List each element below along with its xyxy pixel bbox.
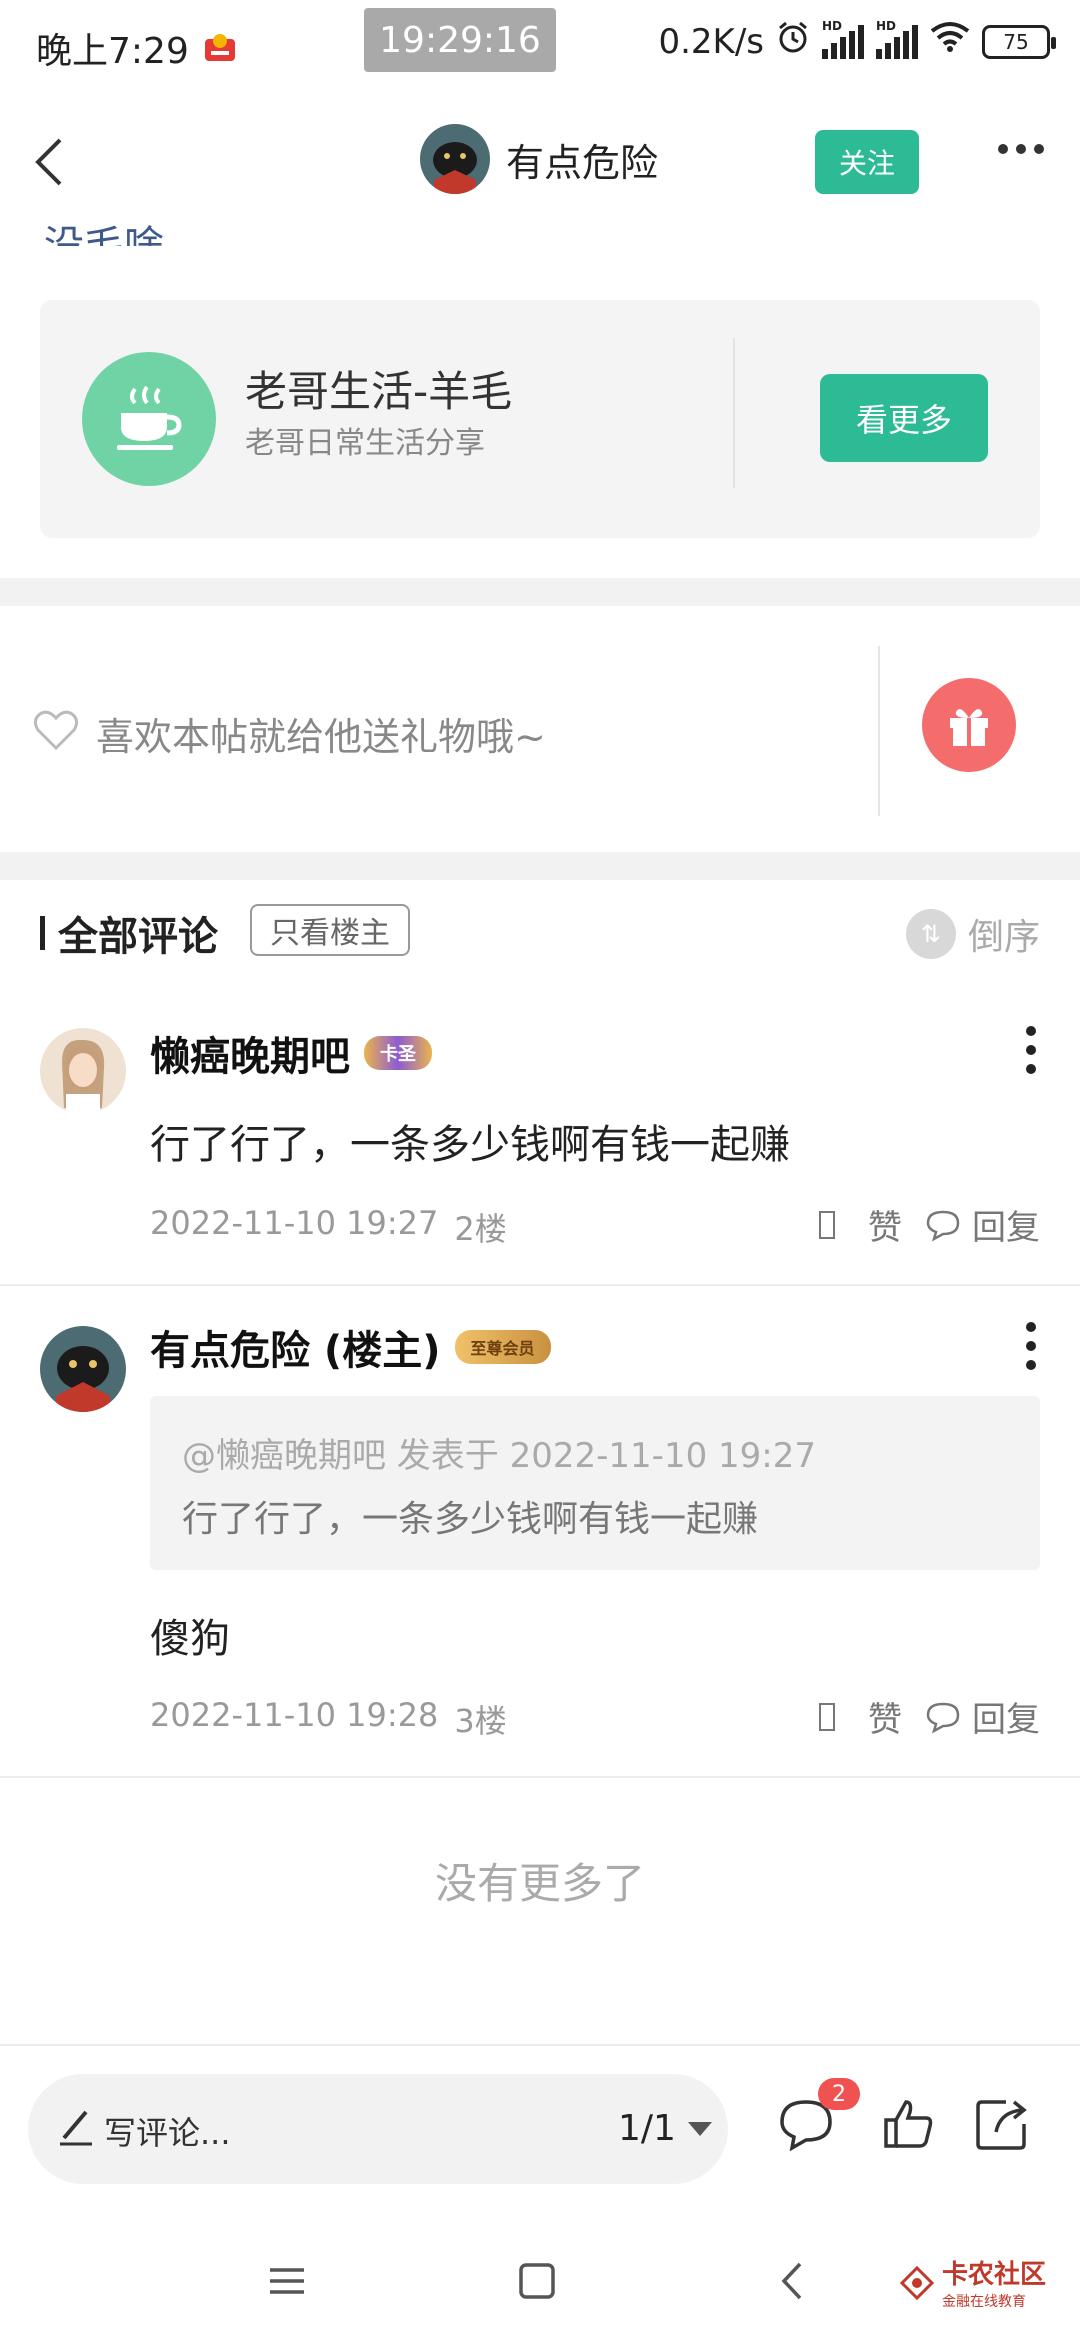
comment-divider [0, 1776, 1080, 1778]
quoted-comment: @懒癌晚期吧 发表于 2022-11-10 19:27 行了行了，一条多少钱啊有… [150, 1396, 1040, 1570]
like-icon [819, 1210, 835, 1239]
wifi-icon [930, 21, 970, 62]
reply-icon [926, 1210, 960, 1242]
back-nav-icon[interactable] [768, 2256, 818, 2306]
hd-label-2: HD [876, 18, 897, 33]
status-time: 晚上7:29 [36, 31, 189, 72]
like-button[interactable]: 赞 [818, 1200, 902, 1249]
like-label: 赞 [868, 1700, 902, 1740]
comment-body: 傻狗 [150, 1616, 230, 1662]
gift-prompt: 喜欢本帖就给他送礼物哦~ [96, 715, 546, 759]
network-speed: 0.2K/s [658, 21, 764, 62]
commenter-name[interactable]: 懒癌晚期吧 [150, 1024, 350, 1082]
comment-date: 2022-11-10 19:28 [150, 1696, 439, 1734]
vip-badge: 至尊会员 [454, 1330, 551, 1364]
gift-icon[interactable] [922, 678, 1016, 772]
sort-label: 倒序 [967, 917, 1040, 958]
section-separator-2 [0, 852, 1080, 880]
like-label: 赞 [868, 1208, 902, 1248]
status-indicators: 0.2K/s HD HD 75 [658, 19, 1056, 63]
only-op-button[interactable]: 只看楼主 [250, 904, 410, 956]
gift-divider [878, 646, 880, 816]
commenter-avatar[interactable] [40, 1326, 126, 1412]
heart-icon[interactable] [32, 706, 80, 754]
share-icon[interactable] [972, 2094, 1032, 2154]
comments-header: 全部评论 只看楼主 ⇅ 倒序 [0, 880, 1080, 990]
quote-text: 行了行了，一条多少钱啊有钱一起赚 [182, 1499, 759, 1540]
comment-floor: 3楼 [454, 1702, 507, 1740]
comment-more-icon[interactable] [1026, 1026, 1038, 1074]
battery-icon: 75 [982, 24, 1056, 59]
comment-meta: 2022-11-10 19:28 3楼 [150, 1696, 507, 1742]
app-notification-icon [200, 29, 239, 67]
reply-button[interactable]: 回复 [924, 1692, 1040, 1741]
no-more-text: 没有更多了 [434, 1859, 645, 1908]
group-description: 老哥日常生活分享 [245, 426, 485, 461]
comment-item: 有点危险 (楼主) 至尊会员 @懒癌晚期吧 发表于 2022-11-10 19:… [0, 1286, 1080, 1776]
menu-icon[interactable] [262, 2256, 312, 2306]
reply-button[interactable]: 回复 [924, 1200, 1040, 1249]
author-name: 有点危险 [506, 140, 659, 185]
comment-date: 2022-11-10 19:27 [150, 1204, 439, 1242]
signal-icon-2: HD [876, 19, 918, 59]
alarm-icon [776, 20, 810, 63]
hd-label-1: HD [822, 18, 843, 33]
comment-actions: 赞 回复 [818, 1200, 1040, 1249]
reply-label: 回复 [972, 1700, 1040, 1740]
comment-count-badge: 2 [818, 2078, 860, 2110]
like-button[interactable]: 赞 [818, 1692, 902, 1741]
pencil-icon [56, 2104, 96, 2148]
comment-actions: 赞 回复 [818, 1692, 1040, 1741]
comments-title: 全部评论 [58, 914, 218, 960]
post-text-cut: 没毛啥 [44, 223, 164, 246]
group-card-divider [733, 338, 735, 488]
commenter-name-row: 有点危险 (楼主) 至尊会员 [150, 1318, 551, 1376]
sort-button[interactable]: ⇅ 倒序 [905, 908, 1040, 960]
sort-icon: ⇅ [905, 909, 956, 959]
watermark-subtitle: 金融在线教育 [942, 2294, 1026, 2310]
follow-button[interactable]: 关注 [815, 130, 919, 194]
status-bar: 晚上7:29 19:29:16 0.2K/s HD HD 75 [0, 0, 1080, 92]
watermark-title: 卡农社区 [942, 2260, 1047, 2290]
see-more-button[interactable]: 看更多 [820, 374, 988, 462]
comment-more-icon[interactable] [1026, 1322, 1038, 1370]
status-time-group: 晚上7:29 [36, 22, 239, 74]
group-name: 老哥生活-羊毛 [245, 367, 513, 416]
comment-item: 懒癌晚期吧 卡圣 行了行了，一条多少钱啊有钱一起赚 2022-11-10 19:… [0, 1000, 1080, 1284]
commenter-avatar[interactable] [40, 1028, 126, 1114]
more-options-icon[interactable] [998, 144, 1044, 154]
coffee-cup-icon [82, 352, 216, 486]
comments-title-bar [40, 916, 45, 950]
back-icon[interactable] [24, 132, 84, 192]
watermark: 卡农社区 金融在线教育 [900, 2254, 1046, 2311]
comment-body: 行了行了，一条多少钱啊有钱一起赚 [150, 1122, 790, 1168]
page-indicator-text: 1/1 [618, 2108, 676, 2149]
reply-label: 回复 [972, 1208, 1040, 1248]
bottom-action-bar: 写评论... 1/1 2 [0, 2044, 1080, 2216]
author-avatar[interactable] [420, 124, 490, 194]
commenter-name[interactable]: 有点危险 (楼主) [150, 1318, 441, 1376]
reply-icon [926, 1702, 960, 1734]
comment-floor: 2楼 [454, 1210, 507, 1248]
comment-meta: 2022-11-10 19:27 2楼 [150, 1204, 507, 1250]
commenter-name-row: 懒癌晚期吧 卡圣 [150, 1024, 432, 1082]
section-separator [0, 578, 1080, 606]
signal-icon-1: HD [822, 19, 864, 59]
group-card[interactable]: 老哥生活-羊毛 老哥日常生活分享 看更多 [40, 300, 1040, 538]
write-comment-box[interactable]: 写评论... 1/1 [28, 2074, 728, 2184]
like-icon [819, 1702, 835, 1731]
page-indicator[interactable]: 1/1 [618, 2108, 712, 2149]
status-clock-overlay: 19:29:16 [364, 8, 556, 72]
home-icon[interactable] [512, 2256, 562, 2306]
caret-down-icon [687, 2121, 712, 2136]
author-info[interactable]: 有点危险 [420, 124, 658, 194]
thumbs-up-icon[interactable] [878, 2094, 938, 2154]
quote-header: @懒癌晚期吧 发表于 2022-11-10 19:27 [182, 1436, 816, 1476]
rank-badge: 卡圣 [364, 1036, 432, 1070]
watermark-logo-icon [900, 2265, 934, 2300]
gift-section: 喜欢本帖就给他送礼物哦~ [0, 606, 1080, 852]
write-comment-placeholder: 写评论... [104, 2114, 231, 2152]
